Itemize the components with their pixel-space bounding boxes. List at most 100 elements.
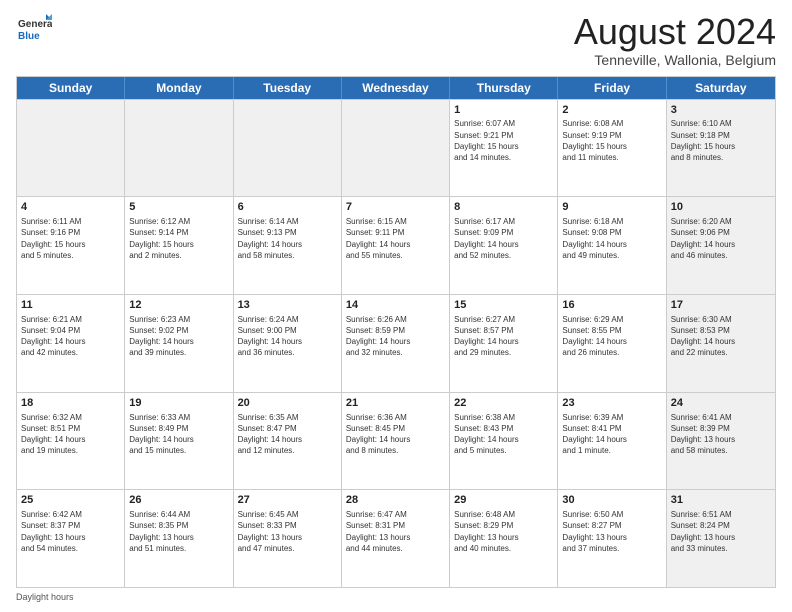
cell-info: Sunrise: 6:47 AM Sunset: 8:31 PM Dayligh… bbox=[346, 509, 445, 554]
calendar-week-3: 11Sunrise: 6:21 AM Sunset: 9:04 PM Dayli… bbox=[17, 294, 775, 392]
calendar-cell-1-6: 2Sunrise: 6:08 AM Sunset: 9:19 PM Daylig… bbox=[558, 100, 666, 197]
cell-info: Sunrise: 6:23 AM Sunset: 9:02 PM Dayligh… bbox=[129, 314, 228, 359]
cell-info: Sunrise: 6:38 AM Sunset: 8:43 PM Dayligh… bbox=[454, 412, 553, 457]
calendar-week-1: 1Sunrise: 6:07 AM Sunset: 9:21 PM Daylig… bbox=[17, 99, 775, 197]
cell-info: Sunrise: 6:07 AM Sunset: 9:21 PM Dayligh… bbox=[454, 118, 553, 163]
calendar-cell-4-1: 18Sunrise: 6:32 AM Sunset: 8:51 PM Dayli… bbox=[17, 393, 125, 490]
calendar-cell-2-1: 4Sunrise: 6:11 AM Sunset: 9:16 PM Daylig… bbox=[17, 197, 125, 294]
calendar-cell-5-2: 26Sunrise: 6:44 AM Sunset: 8:35 PM Dayli… bbox=[125, 490, 233, 587]
day-number: 7 bbox=[346, 200, 445, 215]
header-day-monday: Monday bbox=[125, 77, 233, 99]
day-number: 31 bbox=[671, 493, 771, 508]
calendar-cell-4-4: 21Sunrise: 6:36 AM Sunset: 8:45 PM Dayli… bbox=[342, 393, 450, 490]
calendar-cell-3-5: 15Sunrise: 6:27 AM Sunset: 8:57 PM Dayli… bbox=[450, 295, 558, 392]
footer-note: Daylight hours bbox=[16, 592, 776, 602]
calendar-cell-1-1 bbox=[17, 100, 125, 197]
cell-info: Sunrise: 6:50 AM Sunset: 8:27 PM Dayligh… bbox=[562, 509, 661, 554]
calendar-cell-5-7: 31Sunrise: 6:51 AM Sunset: 8:24 PM Dayli… bbox=[667, 490, 775, 587]
cell-info: Sunrise: 6:36 AM Sunset: 8:45 PM Dayligh… bbox=[346, 412, 445, 457]
day-number: 25 bbox=[21, 493, 120, 508]
logo: General Blue bbox=[16, 12, 52, 48]
day-number: 20 bbox=[238, 396, 337, 411]
month-title: August 2024 bbox=[574, 12, 776, 52]
calendar-header: SundayMondayTuesdayWednesdayThursdayFrid… bbox=[17, 77, 775, 99]
calendar-cell-2-5: 8Sunrise: 6:17 AM Sunset: 9:09 PM Daylig… bbox=[450, 197, 558, 294]
calendar-week-5: 25Sunrise: 6:42 AM Sunset: 8:37 PM Dayli… bbox=[17, 489, 775, 587]
calendar-cell-3-1: 11Sunrise: 6:21 AM Sunset: 9:04 PM Dayli… bbox=[17, 295, 125, 392]
cell-info: Sunrise: 6:26 AM Sunset: 8:59 PM Dayligh… bbox=[346, 314, 445, 359]
day-number: 14 bbox=[346, 298, 445, 313]
day-number: 16 bbox=[562, 298, 661, 313]
day-number: 5 bbox=[129, 200, 228, 215]
calendar-body: 1Sunrise: 6:07 AM Sunset: 9:21 PM Daylig… bbox=[17, 99, 775, 587]
day-number: 15 bbox=[454, 298, 553, 313]
calendar-cell-3-7: 17Sunrise: 6:30 AM Sunset: 8:53 PM Dayli… bbox=[667, 295, 775, 392]
calendar-cell-1-4 bbox=[342, 100, 450, 197]
calendar-cell-3-4: 14Sunrise: 6:26 AM Sunset: 8:59 PM Dayli… bbox=[342, 295, 450, 392]
cell-info: Sunrise: 6:15 AM Sunset: 9:11 PM Dayligh… bbox=[346, 216, 445, 261]
calendar-cell-5-1: 25Sunrise: 6:42 AM Sunset: 8:37 PM Dayli… bbox=[17, 490, 125, 587]
cell-info: Sunrise: 6:12 AM Sunset: 9:14 PM Dayligh… bbox=[129, 216, 228, 261]
day-number: 6 bbox=[238, 200, 337, 215]
day-number: 10 bbox=[671, 200, 771, 215]
calendar-cell-4-5: 22Sunrise: 6:38 AM Sunset: 8:43 PM Dayli… bbox=[450, 393, 558, 490]
cell-info: Sunrise: 6:27 AM Sunset: 8:57 PM Dayligh… bbox=[454, 314, 553, 359]
calendar-cell-5-4: 28Sunrise: 6:47 AM Sunset: 8:31 PM Dayli… bbox=[342, 490, 450, 587]
day-number: 19 bbox=[129, 396, 228, 411]
cell-info: Sunrise: 6:45 AM Sunset: 8:33 PM Dayligh… bbox=[238, 509, 337, 554]
title-block: August 2024 Tenneville, Wallonia, Belgiu… bbox=[574, 12, 776, 68]
calendar-cell-3-6: 16Sunrise: 6:29 AM Sunset: 8:55 PM Dayli… bbox=[558, 295, 666, 392]
day-number: 8 bbox=[454, 200, 553, 215]
day-number: 24 bbox=[671, 396, 771, 411]
cell-info: Sunrise: 6:32 AM Sunset: 8:51 PM Dayligh… bbox=[21, 412, 120, 457]
header-day-tuesday: Tuesday bbox=[234, 77, 342, 99]
day-number: 3 bbox=[671, 103, 771, 118]
calendar-cell-3-3: 13Sunrise: 6:24 AM Sunset: 9:00 PM Dayli… bbox=[234, 295, 342, 392]
calendar-cell-5-3: 27Sunrise: 6:45 AM Sunset: 8:33 PM Dayli… bbox=[234, 490, 342, 587]
cell-info: Sunrise: 6:35 AM Sunset: 8:47 PM Dayligh… bbox=[238, 412, 337, 457]
cell-info: Sunrise: 6:17 AM Sunset: 9:09 PM Dayligh… bbox=[454, 216, 553, 261]
day-number: 26 bbox=[129, 493, 228, 508]
calendar-cell-2-2: 5Sunrise: 6:12 AM Sunset: 9:14 PM Daylig… bbox=[125, 197, 233, 294]
cell-info: Sunrise: 6:48 AM Sunset: 8:29 PM Dayligh… bbox=[454, 509, 553, 554]
cell-info: Sunrise: 6:10 AM Sunset: 9:18 PM Dayligh… bbox=[671, 118, 771, 163]
day-number: 28 bbox=[346, 493, 445, 508]
day-number: 1 bbox=[454, 103, 553, 118]
calendar-cell-4-3: 20Sunrise: 6:35 AM Sunset: 8:47 PM Dayli… bbox=[234, 393, 342, 490]
header-day-thursday: Thursday bbox=[450, 77, 558, 99]
logo-svg: General Blue bbox=[16, 12, 52, 48]
calendar-cell-2-7: 10Sunrise: 6:20 AM Sunset: 9:06 PM Dayli… bbox=[667, 197, 775, 294]
calendar-cell-1-2 bbox=[125, 100, 233, 197]
header-day-sunday: Sunday bbox=[17, 77, 125, 99]
calendar-week-4: 18Sunrise: 6:32 AM Sunset: 8:51 PM Dayli… bbox=[17, 392, 775, 490]
cell-info: Sunrise: 6:44 AM Sunset: 8:35 PM Dayligh… bbox=[129, 509, 228, 554]
cell-info: Sunrise: 6:33 AM Sunset: 8:49 PM Dayligh… bbox=[129, 412, 228, 457]
calendar-cell-5-5: 29Sunrise: 6:48 AM Sunset: 8:29 PM Dayli… bbox=[450, 490, 558, 587]
cell-info: Sunrise: 6:42 AM Sunset: 8:37 PM Dayligh… bbox=[21, 509, 120, 554]
calendar-week-2: 4Sunrise: 6:11 AM Sunset: 9:16 PM Daylig… bbox=[17, 196, 775, 294]
svg-text:General: General bbox=[18, 19, 52, 30]
day-number: 30 bbox=[562, 493, 661, 508]
cell-info: Sunrise: 6:24 AM Sunset: 9:00 PM Dayligh… bbox=[238, 314, 337, 359]
cell-info: Sunrise: 6:21 AM Sunset: 9:04 PM Dayligh… bbox=[21, 314, 120, 359]
calendar-cell-1-5: 1Sunrise: 6:07 AM Sunset: 9:21 PM Daylig… bbox=[450, 100, 558, 197]
cell-info: Sunrise: 6:20 AM Sunset: 9:06 PM Dayligh… bbox=[671, 216, 771, 261]
header-day-friday: Friday bbox=[558, 77, 666, 99]
calendar: SundayMondayTuesdayWednesdayThursdayFrid… bbox=[16, 76, 776, 588]
day-number: 18 bbox=[21, 396, 120, 411]
day-number: 23 bbox=[562, 396, 661, 411]
calendar-cell-2-4: 7Sunrise: 6:15 AM Sunset: 9:11 PM Daylig… bbox=[342, 197, 450, 294]
day-number: 22 bbox=[454, 396, 553, 411]
calendar-cell-4-7: 24Sunrise: 6:41 AM Sunset: 8:39 PM Dayli… bbox=[667, 393, 775, 490]
calendar-cell-4-2: 19Sunrise: 6:33 AM Sunset: 8:49 PM Dayli… bbox=[125, 393, 233, 490]
calendar-cell-2-6: 9Sunrise: 6:18 AM Sunset: 9:08 PM Daylig… bbox=[558, 197, 666, 294]
calendar-cell-2-3: 6Sunrise: 6:14 AM Sunset: 9:13 PM Daylig… bbox=[234, 197, 342, 294]
cell-info: Sunrise: 6:11 AM Sunset: 9:16 PM Dayligh… bbox=[21, 216, 120, 261]
page-header: General Blue August 2024 Tenneville, Wal… bbox=[16, 12, 776, 68]
calendar-cell-1-7: 3Sunrise: 6:10 AM Sunset: 9:18 PM Daylig… bbox=[667, 100, 775, 197]
svg-text:Blue: Blue bbox=[18, 31, 40, 42]
cell-info: Sunrise: 6:39 AM Sunset: 8:41 PM Dayligh… bbox=[562, 412, 661, 457]
header-day-wednesday: Wednesday bbox=[342, 77, 450, 99]
cell-info: Sunrise: 6:51 AM Sunset: 8:24 PM Dayligh… bbox=[671, 509, 771, 554]
header-day-saturday: Saturday bbox=[667, 77, 775, 99]
